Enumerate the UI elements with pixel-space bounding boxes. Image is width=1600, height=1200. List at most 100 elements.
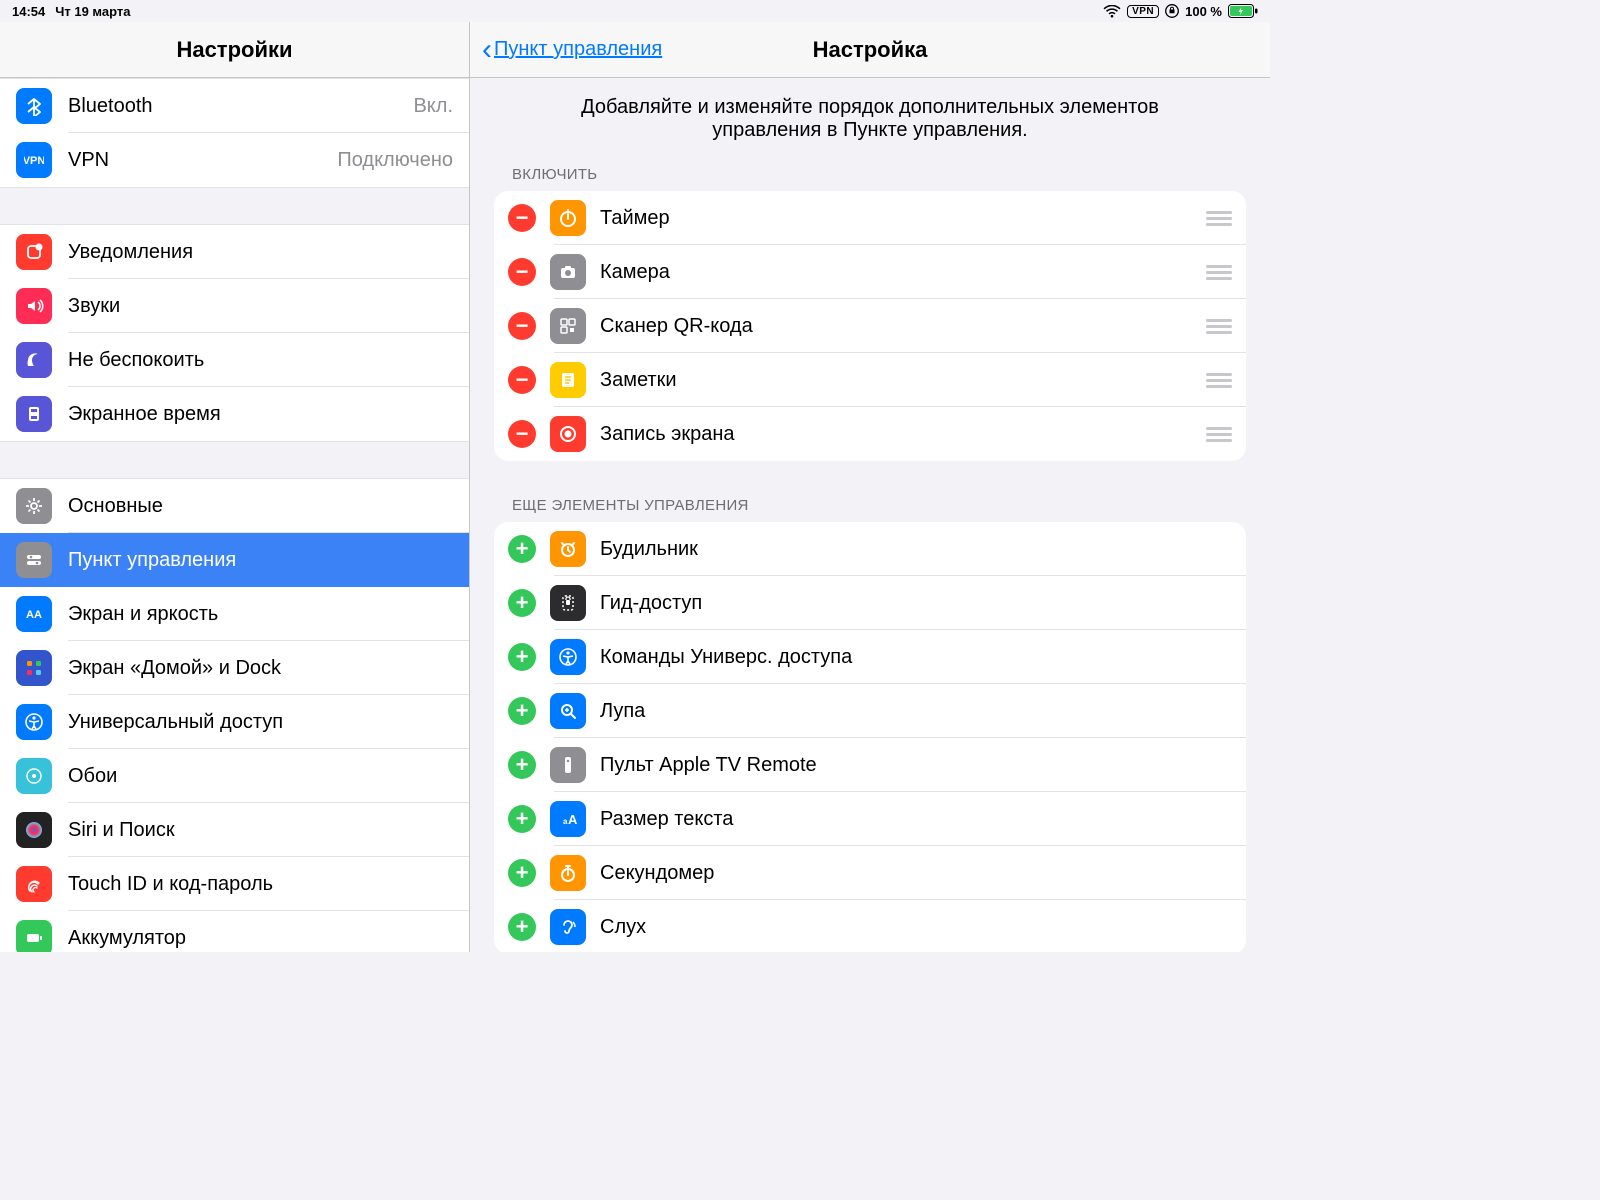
sidebar-item-vpn[interactable]: VPNVPNПодключено bbox=[0, 133, 469, 187]
cc-icon bbox=[16, 542, 52, 578]
sidebar-item-gear[interactable]: Основные bbox=[0, 479, 469, 533]
dnd-icon bbox=[16, 342, 52, 378]
battery-icon bbox=[16, 920, 52, 952]
wallpaper-icon bbox=[16, 758, 52, 794]
section-include-title: ВКЛЮЧИТЬ bbox=[512, 166, 1246, 183]
drag-handle-icon[interactable] bbox=[1206, 319, 1232, 334]
sidebar-item-touchid[interactable]: Touch ID и код-пароль bbox=[0, 857, 469, 911]
status-bar: 14:54 Чт 19 марта VPN 100 % bbox=[0, 0, 1270, 22]
sidebar-item-display[interactable]: AAЭкран и яркость bbox=[0, 587, 469, 641]
svg-text:A: A bbox=[568, 812, 578, 827]
control-label: Лупа bbox=[600, 700, 1232, 723]
sidebar-item-notif[interactable]: Уведомления bbox=[0, 225, 469, 279]
sounds-icon bbox=[16, 288, 52, 324]
add-button[interactable]: + bbox=[508, 805, 536, 833]
hint-text: Добавляйте и изменяйте порядок дополните… bbox=[494, 78, 1246, 166]
notes-icon bbox=[550, 362, 586, 398]
back-button[interactable]: ‹ Пункт управления bbox=[482, 35, 662, 65]
sidebar-item-battery[interactable]: Аккумулятор bbox=[0, 911, 469, 952]
control-row-notes: − Заметки bbox=[494, 353, 1246, 407]
sidebar-item-dnd[interactable]: Не беспокоить bbox=[0, 333, 469, 387]
control-label: Таймер bbox=[600, 207, 1198, 230]
add-button[interactable]: + bbox=[508, 751, 536, 779]
drag-handle-icon[interactable] bbox=[1206, 265, 1232, 280]
sidebar-item-label: Экран «Домой» и Dock bbox=[68, 657, 453, 680]
status-date: Чт 19 марта bbox=[55, 4, 130, 19]
sidebar-item-label: Bluetooth bbox=[68, 95, 413, 118]
detail-header: ‹ Пункт управления Настройка bbox=[470, 22, 1270, 78]
sidebar-item-bluetooth[interactable]: BluetoothВкл. bbox=[0, 79, 469, 133]
sidebar-item-access[interactable]: Универсальный доступ bbox=[0, 695, 469, 749]
remove-button[interactable]: − bbox=[508, 420, 536, 448]
control-label: Заметки bbox=[600, 369, 1198, 392]
remove-button[interactable]: − bbox=[508, 204, 536, 232]
sidebar-item-label: Звуки bbox=[68, 295, 453, 318]
sidebar-item-label: Аккумулятор bbox=[68, 927, 453, 950]
back-label: Пункт управления bbox=[494, 38, 662, 61]
control-label: Сканер QR-кода bbox=[600, 315, 1198, 338]
wifi-icon bbox=[1103, 5, 1121, 18]
remove-button[interactable]: − bbox=[508, 312, 536, 340]
sidebar-item-label: Экранное время bbox=[68, 403, 453, 426]
gear-icon bbox=[16, 488, 52, 524]
sidebar-item-wallpaper[interactable]: Обои bbox=[0, 749, 469, 803]
sidebar-item-home[interactable]: Экран «Домой» и Dock bbox=[0, 641, 469, 695]
sidebar-item-screentime[interactable]: Экранное время bbox=[0, 387, 469, 441]
add-button[interactable]: + bbox=[508, 589, 536, 617]
control-label: Размер текста bbox=[600, 808, 1232, 831]
sidebar-title: Настройки bbox=[176, 37, 292, 63]
control-row-stopwatch: +Секундомер bbox=[494, 846, 1246, 900]
sidebar-item-cc[interactable]: Пункт управления bbox=[0, 533, 469, 587]
guided-icon bbox=[550, 585, 586, 621]
sidebar: Настройки BluetoothВкл.VPNVPNПодключеноУ… bbox=[0, 22, 470, 952]
control-label: Запись экрана bbox=[600, 423, 1198, 446]
remove-button[interactable]: − bbox=[508, 258, 536, 286]
hearing-icon bbox=[550, 909, 586, 945]
control-label: Камера bbox=[600, 261, 1198, 284]
vpn-icon: VPN bbox=[16, 142, 52, 178]
bluetooth-icon bbox=[16, 88, 52, 124]
control-label: Слух bbox=[600, 916, 1232, 939]
add-button[interactable]: + bbox=[508, 697, 536, 725]
section-more-title: ЕЩЕ ЭЛЕМЕНТЫ УПРАВЛЕНИЯ bbox=[512, 497, 1246, 514]
add-button[interactable]: + bbox=[508, 535, 536, 563]
battery-icon bbox=[1228, 4, 1258, 18]
sidebar-item-value: Подключено bbox=[337, 149, 453, 172]
control-label: Пульт Apple TV Remote bbox=[600, 754, 1232, 777]
more-card: +Будильник+Гид-доступ+Команды Универс. д… bbox=[494, 522, 1246, 952]
add-button[interactable]: + bbox=[508, 913, 536, 941]
control-label: Команды Универс. доступа bbox=[600, 646, 1232, 669]
camera-icon bbox=[550, 254, 586, 290]
drag-handle-icon[interactable] bbox=[1206, 427, 1232, 442]
sidebar-item-label: Экран и яркость bbox=[68, 603, 453, 626]
control-row-camera: − Камера bbox=[494, 245, 1246, 299]
touchid-icon bbox=[16, 866, 52, 902]
control-row-record: − Запись экрана bbox=[494, 407, 1246, 461]
home-icon bbox=[16, 650, 52, 686]
alarm-icon bbox=[550, 531, 586, 567]
sidebar-header: Настройки bbox=[0, 22, 469, 78]
sidebar-item-label: Не беспокоить bbox=[68, 349, 453, 372]
detail-title: Настройка bbox=[813, 37, 928, 63]
sidebar-item-label: VPN bbox=[68, 149, 337, 172]
timer-icon bbox=[550, 200, 586, 236]
sidebar-item-label: Touch ID и код-пароль bbox=[68, 873, 453, 896]
qr-icon bbox=[550, 308, 586, 344]
add-button[interactable]: + bbox=[508, 859, 536, 887]
included-card: − Таймер − Камера − Сканер QR-кода − Заметки − За… bbox=[494, 191, 1246, 461]
remove-button[interactable]: − bbox=[508, 366, 536, 394]
control-label: Будильник bbox=[600, 538, 1232, 561]
sidebar-item-sounds[interactable]: Звуки bbox=[0, 279, 469, 333]
status-time: 14:54 bbox=[12, 4, 45, 19]
sidebar-item-label: Уведомления bbox=[68, 241, 453, 264]
svg-text:VPN: VPN bbox=[24, 155, 44, 167]
drag-handle-icon[interactable] bbox=[1206, 373, 1232, 388]
drag-handle-icon[interactable] bbox=[1206, 211, 1232, 226]
add-button[interactable]: + bbox=[508, 643, 536, 671]
access-icon bbox=[16, 704, 52, 740]
textsize-icon: aA bbox=[550, 801, 586, 837]
sidebar-item-value: Вкл. bbox=[413, 95, 453, 118]
control-row-hearing: + Слух bbox=[494, 900, 1246, 952]
sidebar-item-siri[interactable]: Siri и Поиск bbox=[0, 803, 469, 857]
record-icon bbox=[550, 416, 586, 452]
